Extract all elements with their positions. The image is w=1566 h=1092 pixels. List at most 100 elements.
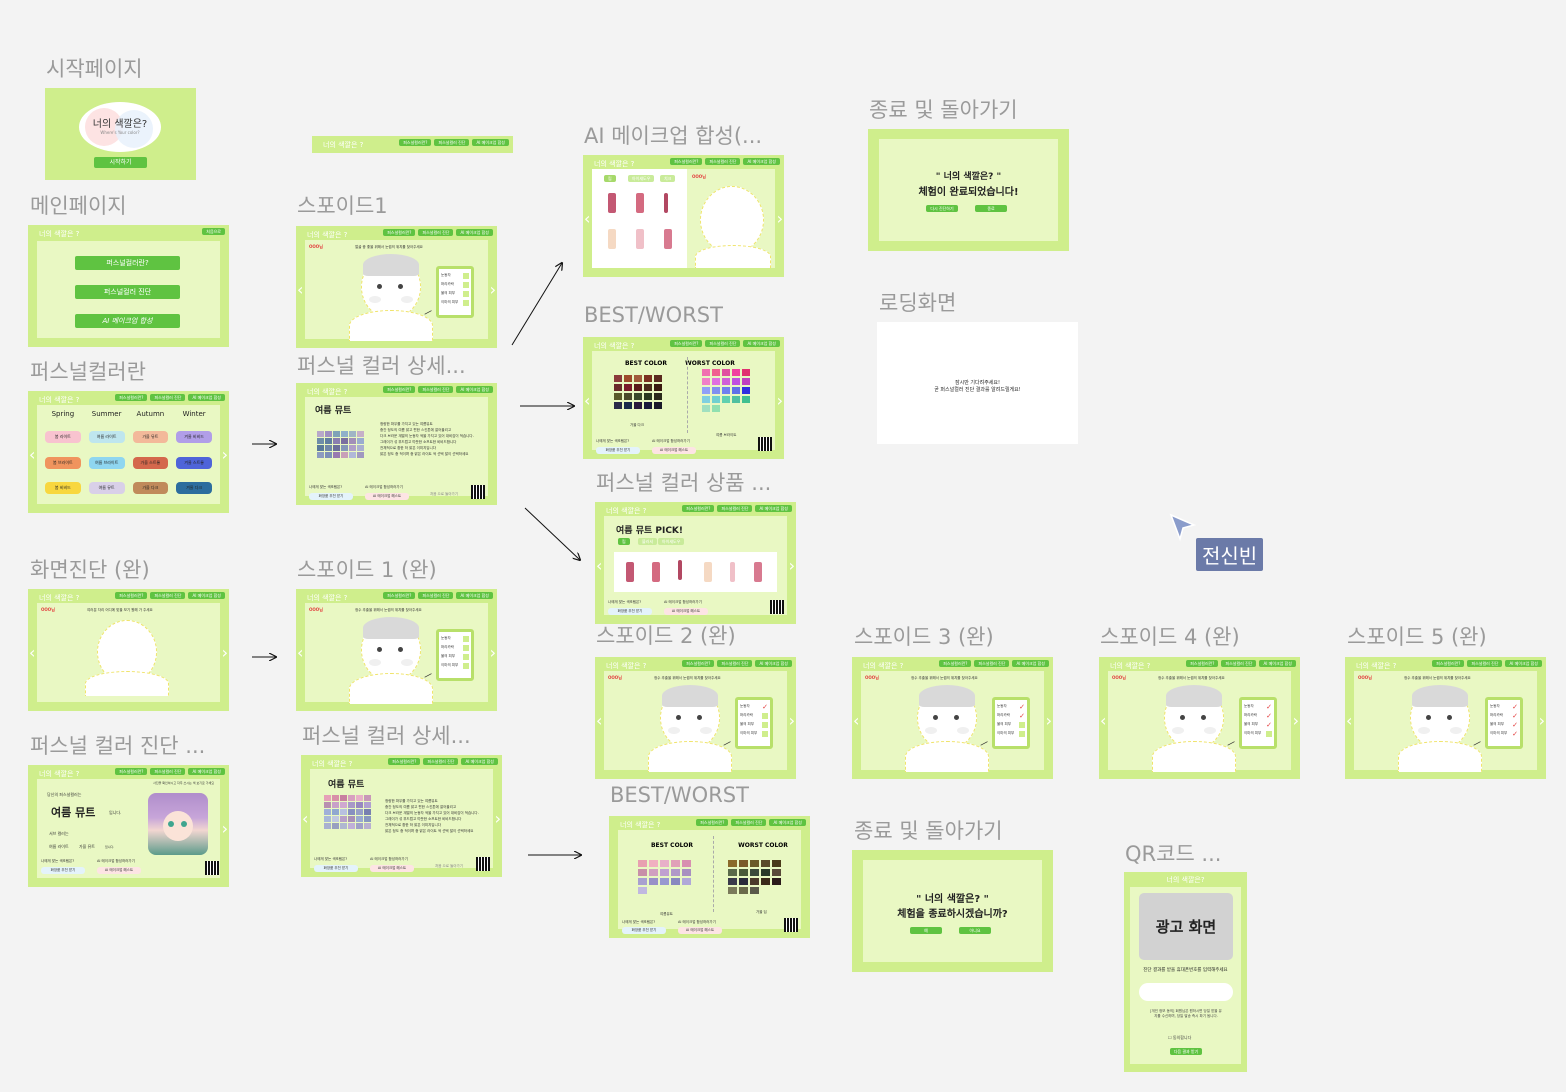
- nav-ai[interactable]: AI 메이크업 합성: [1505, 660, 1542, 667]
- recommend-button[interactable]: 화장품 추천 받기: [309, 493, 353, 500]
- lip-product-icon[interactable]: [636, 193, 644, 213]
- prev-arrow[interactable]: ‹: [297, 645, 303, 661]
- eyedropper-icon[interactable]: /: [979, 739, 988, 748]
- tab-eyeshadow[interactable]: 아이섀도우: [658, 538, 685, 545]
- nav-diag[interactable]: 퍼스널컬러 진단: [1467, 660, 1503, 667]
- color-box[interactable]: [463, 635, 469, 642]
- lip-product-icon[interactable]: [664, 229, 672, 249]
- ai-test-button[interactable]: AI 메이크업 해스트: [664, 608, 708, 615]
- color-box[interactable]: [463, 644, 469, 651]
- nav-diag[interactable]: 퍼스널컬러 진단: [418, 229, 454, 236]
- season-chip[interactable]: 봄 브라이트: [45, 456, 81, 469]
- prev-arrow[interactable]: ‹: [596, 558, 602, 574]
- nav-what[interactable]: 퍼스널컬러란?: [115, 768, 148, 775]
- tab-eyeshadow[interactable]: 아이섀도우: [628, 175, 655, 182]
- season-chip[interactable]: 겨울 비비드: [176, 431, 212, 444]
- color-box[interactable]: [762, 721, 768, 728]
- nav-diag[interactable]: 퍼스널컬러 진단: [1221, 660, 1257, 667]
- phone-input[interactable]: [1139, 983, 1233, 1001]
- color-box[interactable]: [463, 272, 469, 279]
- nav-what[interactable]: 퍼스널컬러란?: [399, 139, 432, 146]
- next-arrow[interactable]: ›: [222, 645, 228, 661]
- color-box[interactable]: [463, 662, 469, 669]
- product-icon[interactable]: [652, 562, 660, 582]
- next-arrow[interactable]: ›: [1046, 713, 1052, 729]
- nav-diag[interactable]: 퍼스널컬러 진단: [423, 758, 459, 765]
- nav-what[interactable]: 퍼스널컬러란?: [670, 158, 703, 165]
- nav-diag[interactable]: 퍼스널컬러 진단: [974, 660, 1010, 667]
- nav-what[interactable]: 퍼스널컬러란?: [682, 505, 715, 512]
- nav-what[interactable]: 퍼스널컬러란?: [115, 592, 148, 599]
- prev-arrow[interactable]: ‹: [1346, 713, 1352, 729]
- nav-ai[interactable]: AI 메이크업 합성: [456, 386, 493, 393]
- nav-ai[interactable]: AI 메이크업 합성: [1012, 660, 1049, 667]
- start-button[interactable]: 시작하기: [94, 157, 147, 168]
- nav-diag[interactable]: 퍼스널컬러 진단: [418, 386, 454, 393]
- color-box[interactable]: [762, 712, 768, 719]
- product-icon[interactable]: [678, 560, 682, 580]
- nav-ai[interactable]: AI 메이크업 합성: [456, 592, 493, 599]
- nav-what[interactable]: 퍼스널컬러란?: [388, 758, 421, 765]
- yes-button[interactable]: 예: [910, 927, 942, 934]
- prev-arrow[interactable]: ‹: [297, 282, 303, 298]
- next-arrow[interactable]: ›: [222, 821, 228, 837]
- retry-button[interactable]: 다시 진단하기: [926, 205, 958, 212]
- nav-ai[interactable]: AI 메이크업 합성: [188, 592, 225, 599]
- tab-lip[interactable]: 립: [618, 538, 630, 545]
- nav-what[interactable]: 퍼스널컬러란?: [670, 340, 703, 347]
- nav-ai[interactable]: AI 메이크업 합성: [472, 139, 509, 146]
- ai-test-button[interactable]: AI 메이크업 해스트: [365, 493, 409, 500]
- eyedropper-icon[interactable]: /: [423, 308, 432, 317]
- lip-product-icon[interactable]: [664, 193, 668, 213]
- nav-what[interactable]: 퍼스널컬러란?: [115, 394, 148, 401]
- season-chip[interactable]: 여름 라이트: [88, 431, 125, 444]
- eyedropper-icon[interactable]: /: [1226, 739, 1235, 748]
- nav-diag[interactable]: 퍼스널컬러 진단: [418, 592, 454, 599]
- product-icon[interactable]: [626, 562, 634, 582]
- next-arrow[interactable]: ›: [490, 282, 496, 298]
- nav-diag[interactable]: 퍼스널컬러 진단: [150, 592, 186, 599]
- next-arrow[interactable]: ›: [1539, 713, 1545, 729]
- season-chip[interactable]: 봄 라이트: [45, 431, 81, 444]
- home-button[interactable]: 처음으로: [202, 228, 225, 235]
- color-box[interactable]: [463, 653, 469, 660]
- season-chip[interactable]: 여름 브라이트: [88, 456, 125, 469]
- ai-test-button[interactable]: AI 메이크업 해스트: [652, 447, 696, 454]
- recommend-button[interactable]: 화장품 추천 받기: [608, 608, 652, 615]
- agree-check[interactable]: ☐ 동의합니다: [1168, 1035, 1191, 1041]
- eyedropper-icon[interactable]: /: [423, 671, 432, 680]
- exit-button[interactable]: 종료: [975, 205, 1007, 212]
- no-button[interactable]: 아니요: [959, 927, 991, 934]
- product-icon[interactable]: [704, 562, 712, 582]
- nav-ai[interactable]: AI 메이크업 합성: [461, 758, 498, 765]
- ai-test-button[interactable]: AI 메이크업 해스트: [97, 867, 141, 874]
- color-box[interactable]: [463, 281, 469, 288]
- main-btn-ai[interactable]: AI 메이크업 합성: [75, 314, 180, 328]
- nav-ai[interactable]: AI 메이크업 합성: [755, 505, 792, 512]
- color-box[interactable]: [463, 290, 469, 297]
- home-link[interactable]: 처음 으로 돌아가기: [430, 492, 458, 497]
- color-box[interactable]: [463, 299, 469, 306]
- color-box[interactable]: [1019, 721, 1025, 728]
- product-icon[interactable]: [754, 562, 762, 582]
- color-box[interactable]: [762, 730, 768, 737]
- get-result-button[interactable]: 다음 결과 받기: [1170, 1048, 1202, 1055]
- next-arrow[interactable]: ›: [222, 447, 228, 463]
- nav-what[interactable]: 퍼스널컬러란?: [682, 660, 715, 667]
- nav-what[interactable]: 퍼스널컬러란?: [1432, 660, 1465, 667]
- nav-diag[interactable]: 퍼스널컬러 진단: [717, 505, 753, 512]
- nav-what[interactable]: 퍼스널컬러란?: [696, 819, 729, 826]
- main-btn-what[interactable]: 퍼스널컬러란?: [75, 256, 180, 270]
- prev-arrow[interactable]: ‹: [1100, 713, 1106, 729]
- nav-diag[interactable]: 퍼스널컬러 진단: [150, 394, 186, 401]
- next-arrow[interactable]: ›: [777, 393, 783, 409]
- nav-diag[interactable]: 퍼스널컬러 진단: [150, 768, 186, 775]
- tab-cheek[interactable]: 치크: [660, 175, 676, 182]
- next-arrow[interactable]: ›: [1293, 713, 1299, 729]
- season-chip[interactable]: 가을 스트롱: [132, 456, 169, 469]
- product-icon[interactable]: [730, 562, 735, 582]
- nav-diag[interactable]: 퍼스널컬러 진단: [434, 139, 470, 146]
- next-arrow[interactable]: ›: [777, 211, 783, 227]
- eyedropper-icon[interactable]: /: [1472, 739, 1481, 748]
- season-chip[interactable]: 가을 뮤트: [132, 431, 169, 444]
